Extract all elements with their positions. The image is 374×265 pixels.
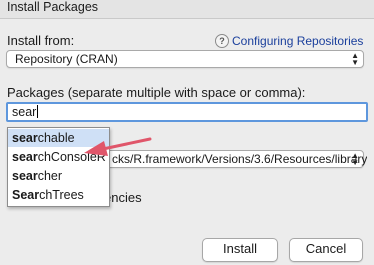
annotation-arrow-icon: [84, 137, 152, 156]
